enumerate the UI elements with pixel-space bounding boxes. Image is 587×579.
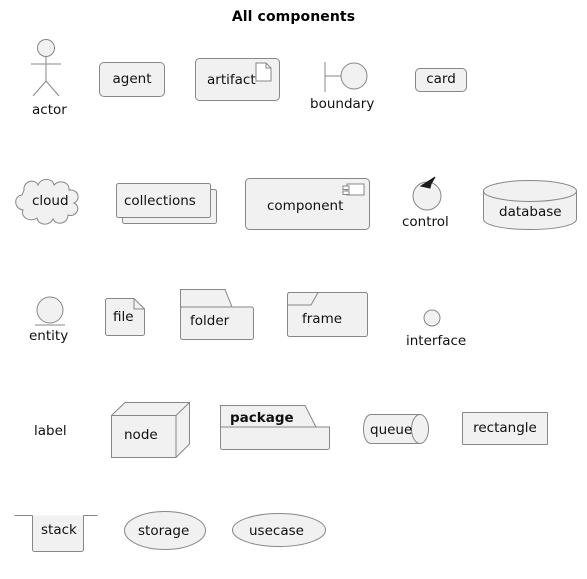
component-actor-label: actor <box>32 102 67 118</box>
component-package-label: package <box>230 410 294 426</box>
component-file[interactable]: file <box>105 298 145 336</box>
circle-arrow-icon <box>412 176 442 211</box>
component-storage-label: storage <box>138 523 190 539</box>
component-stack-label: stack <box>41 522 77 538</box>
component-folder[interactable]: folder <box>180 289 254 340</box>
component-usecase[interactable]: usecase <box>232 513 326 547</box>
component-label[interactable]: label <box>34 420 67 439</box>
component-agent-label: agent <box>112 70 152 87</box>
component-agent[interactable]: agent <box>99 62 165 97</box>
component-queue[interactable]: queue <box>362 414 430 444</box>
component-interface[interactable]: interface <box>406 307 466 349</box>
component-collections-label: collections <box>124 193 196 209</box>
component-artifact-label: artifact <box>207 72 256 88</box>
component-card[interactable]: card <box>415 68 467 92</box>
component-collections[interactable]: collections <box>116 183 218 225</box>
component-frame-label: frame <box>302 311 343 327</box>
component-entity-label: entity <box>29 328 69 344</box>
component-boundary-label: boundary <box>310 96 375 112</box>
component-artifact[interactable]: artifact <box>195 58 280 101</box>
component-node[interactable]: node <box>111 402 190 458</box>
component-queue-label: queue <box>370 422 413 438</box>
small-circle-icon <box>423 309 441 327</box>
component-boundary[interactable]: boundary <box>310 58 374 112</box>
component-control[interactable]: control <box>402 174 450 230</box>
actor-stick-figure-icon <box>31 39 61 97</box>
component-component-label: component <box>267 198 344 214</box>
component-node-label: node <box>124 427 158 443</box>
component-package[interactable]: package <box>219 405 331 450</box>
component-cloud[interactable]: cloud <box>10 176 90 228</box>
component-control-label: control <box>402 214 449 230</box>
component-usecase-label: usecase <box>249 523 304 539</box>
component-rectangle[interactable]: rectangle <box>462 412 548 445</box>
boundary-bar-circle-icon <box>324 62 368 92</box>
component-folder-label: folder <box>190 313 230 329</box>
page-title: All components <box>231 9 356 25</box>
component-card-label: card <box>426 71 456 88</box>
component-actor[interactable]: actor <box>24 38 80 118</box>
component-database-label: database <box>499 204 562 220</box>
component-storage[interactable]: storage <box>124 511 206 550</box>
component-entity[interactable]: entity <box>29 294 69 344</box>
component-file-label: file <box>113 309 134 325</box>
component-rectangle-label: rectangle <box>473 419 537 436</box>
circle-underline-icon <box>35 296 65 326</box>
component-cloud-label: cloud <box>32 193 69 209</box>
component-stack[interactable]: stack <box>14 510 98 552</box>
plain-text-icon: label <box>34 423 67 439</box>
component-component[interactable]: component <box>245 178 370 230</box>
component-frame[interactable]: frame <box>287 291 368 337</box>
component-database[interactable]: database <box>483 180 577 231</box>
component-interface-label: interface <box>406 333 467 349</box>
